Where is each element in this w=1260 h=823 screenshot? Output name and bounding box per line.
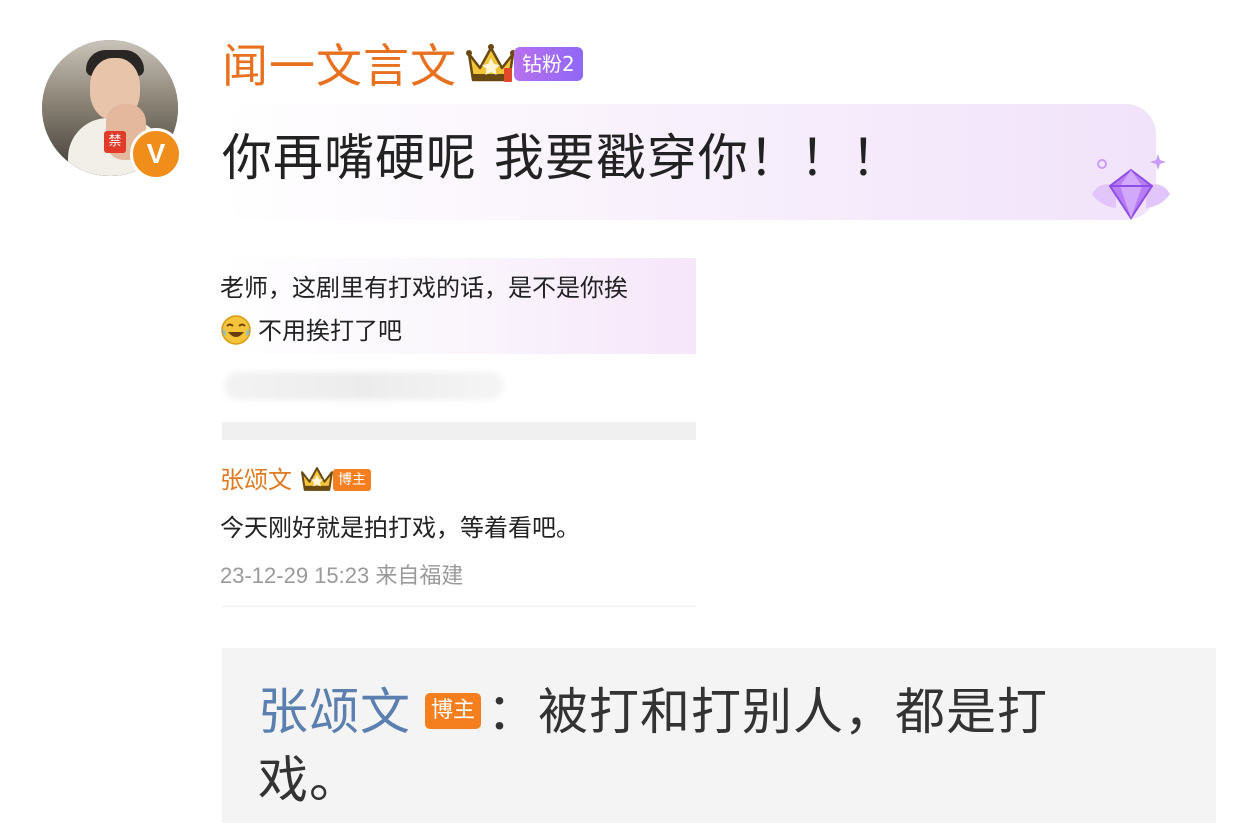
verified-icon: V: [130, 128, 182, 180]
screenshot-reply-text: 今天刚好就是拍打戏，等着看吧。: [220, 514, 580, 542]
blogger-badge: 博主: [333, 469, 371, 491]
ban-badge: 禁: [104, 131, 126, 153]
section-divider: [222, 422, 696, 440]
blurred-content: [224, 372, 504, 400]
divider: [222, 606, 696, 607]
post-username[interactable]: 闻一文言文: [222, 38, 457, 94]
reply-box-content: 张颂文 博主 ：被打和打别人，都是打戏。: [258, 678, 1078, 814]
crown-icon: [466, 44, 516, 82]
screenshot-comment-line2: 不用挨打了吧: [258, 317, 402, 345]
diamond-gem-icon: [1092, 154, 1170, 220]
laugh-cry-emoji-icon: [221, 315, 251, 345]
fan-badge: 钻粉2: [514, 47, 583, 81]
screenshot-reply-author[interactable]: 张颂文: [220, 462, 292, 498]
comment-text: 你再嘴硬呢 我要戳穿你！！！: [222, 129, 902, 187]
screenshot-reply-meta: 23-12-29 15:23 来自福建: [220, 563, 464, 588]
screenshot-comment-line1: 老师，这剧里有打戏的话，是不是你挨: [220, 274, 628, 302]
crown-icon: [301, 467, 333, 491]
blogger-badge: 博主: [425, 692, 482, 729]
reply-box-author[interactable]: 张颂文: [258, 683, 411, 741]
